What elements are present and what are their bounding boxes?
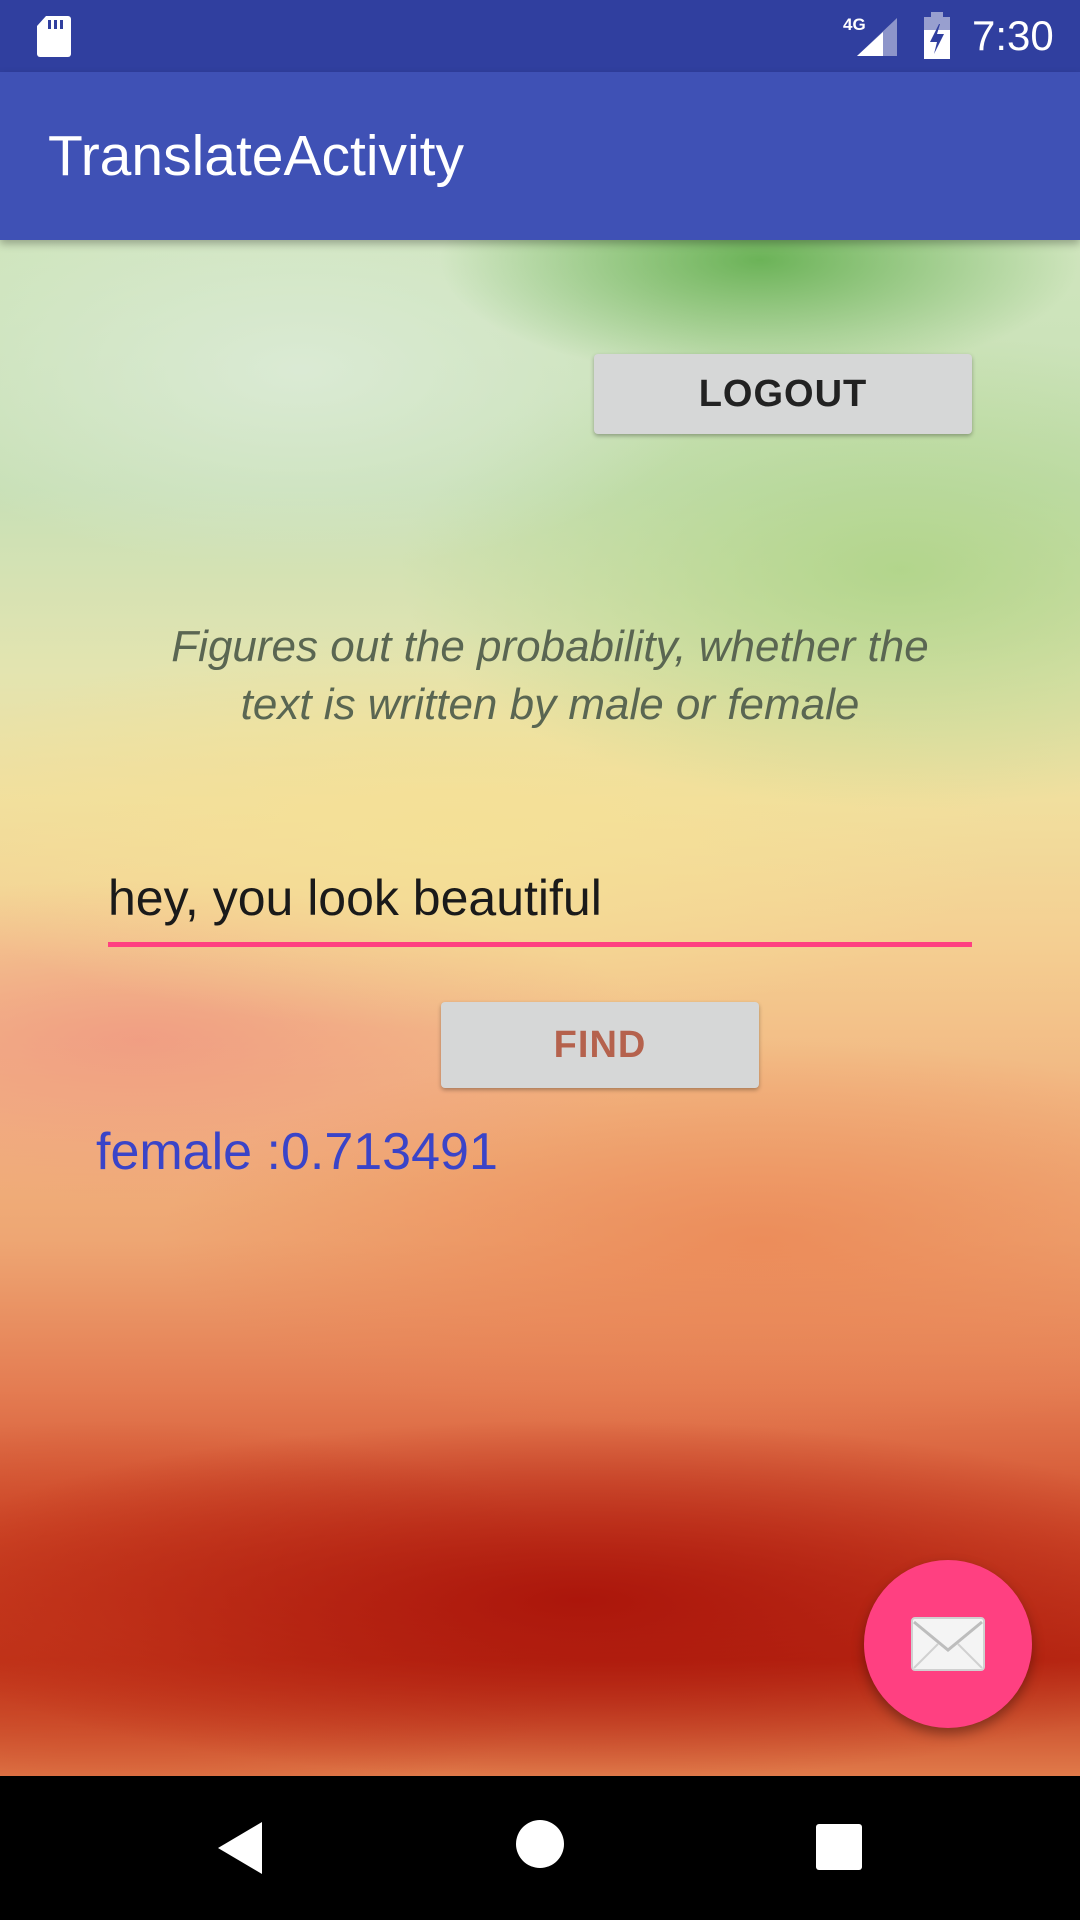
text-input-value: hey, you look beautiful <box>108 870 602 926</box>
app-title: TranslateActivity <box>48 124 465 188</box>
description-text: Figures out the probability, whether the… <box>171 622 929 729</box>
mail-fab-button[interactable] <box>864 1560 1032 1728</box>
mail-icon <box>911 1617 985 1671</box>
find-button[interactable]: FIND <box>441 1002 759 1088</box>
back-icon[interactable] <box>216 1820 264 1881</box>
text-input[interactable]: hey, you look beautiful <box>108 860 972 947</box>
main-content: LOGOUT Figures out the probability, whet… <box>0 240 1080 1776</box>
home-icon[interactable] <box>516 1820 564 1873</box>
logout-button[interactable]: LOGOUT <box>594 354 972 434</box>
battery-charging-icon <box>922 12 952 60</box>
network-type-label: 4G <box>843 15 866 34</box>
result-text: female :0.713491 <box>96 1123 498 1181</box>
app-bar: TranslateActivity <box>0 72 1080 240</box>
signal-icon: 4G <box>843 14 899 58</box>
status-time: 7:30 <box>972 12 1054 59</box>
recents-icon[interactable] <box>816 1824 862 1875</box>
screen: 4G 7:30 TranslateActivity LOGOUT Figures… <box>0 0 1080 1920</box>
status-bar: 4G 7:30 <box>0 0 1080 72</box>
sd-card-icon <box>36 14 72 58</box>
navigation-bar <box>0 1776 1080 1920</box>
